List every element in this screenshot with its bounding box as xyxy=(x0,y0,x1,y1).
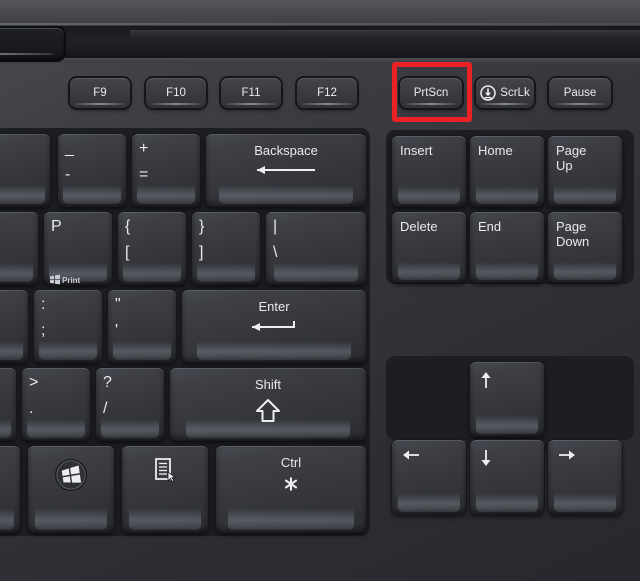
key-shift[interactable]: Shift xyxy=(170,368,366,440)
mute-button[interactable] xyxy=(0,26,66,62)
mute-pill-underline xyxy=(0,53,52,55)
key-label: Shift xyxy=(254,377,281,392)
backspace-left-arrow-icon xyxy=(257,166,315,174)
key-lower-legend: [ xyxy=(125,244,130,261)
key-lower-legend: \ xyxy=(273,244,278,261)
key-[interactable]: ? / xyxy=(96,368,164,440)
key-label: Delete xyxy=(400,219,438,234)
key-lower-legend: . xyxy=(29,400,34,417)
key-front-text: Print xyxy=(62,276,81,285)
arrow-left-key[interactable] xyxy=(392,440,466,514)
arrow-right-icon xyxy=(559,450,575,460)
media-strip-sheen xyxy=(130,30,640,39)
windows-logo-icon xyxy=(55,459,87,491)
key-upper-legend: { xyxy=(125,218,131,235)
key-label: Page Down xyxy=(556,219,590,249)
key-[interactable]: }] xyxy=(192,212,260,284)
key-upper-legend: + xyxy=(139,140,149,157)
arrow-right-key[interactable] xyxy=(548,440,622,514)
key-backspace[interactable]: Backspace xyxy=(206,134,366,206)
key-prtscn[interactable]: PrtScn xyxy=(400,78,462,108)
key-key[interactable] xyxy=(0,212,38,284)
key-label: Page Up xyxy=(556,143,587,173)
key-label: ScrLk xyxy=(500,87,530,99)
key-label: Enter xyxy=(258,299,290,314)
key-lower-legend: / xyxy=(103,400,108,417)
key-ctrl[interactable]: Ctrl xyxy=(216,446,366,532)
key-[interactable]: )0 xyxy=(0,134,50,206)
key-upper-legend: ? xyxy=(103,374,112,391)
key-key[interactable] xyxy=(0,446,20,532)
key-label: F11 xyxy=(241,87,261,99)
key-label: Ctrl xyxy=(280,455,302,470)
keyboard-photo: F9F10F11F12PrtScnScrLkPause )0_-+=Backsp… xyxy=(0,0,640,581)
key-[interactable]: _ - xyxy=(58,134,126,206)
arrow-left-icon xyxy=(403,450,419,460)
key-key[interactable] xyxy=(0,368,16,440)
shift-up-arrow-icon xyxy=(256,399,280,422)
bezel-highlight-line xyxy=(0,23,640,25)
key-upper-legend: : xyxy=(41,296,46,313)
key-insert[interactable]: Insert xyxy=(392,136,466,206)
scroll-lock-down-arrow-icon xyxy=(480,85,497,101)
enter-return-arrow-icon xyxy=(252,321,295,331)
key-lower-legend: = xyxy=(139,166,149,183)
key-[interactable]: {[ xyxy=(118,212,186,284)
key-[interactable]: | \ xyxy=(266,212,366,284)
key-label: Pause xyxy=(563,87,597,99)
key-upper-legend: | xyxy=(273,218,278,235)
key-f11[interactable]: F11 xyxy=(221,78,281,108)
key-lower-legend: - xyxy=(65,166,71,183)
key-label: PrtScn xyxy=(413,87,449,99)
key-[interactable]: >. xyxy=(22,368,90,440)
asterisk-icon xyxy=(284,477,298,491)
arrow-down-key[interactable] xyxy=(470,440,544,514)
key-upper-legend: " xyxy=(115,296,121,313)
context-menu-icon xyxy=(155,458,176,483)
arrow-up-icon xyxy=(481,372,491,388)
key-upper-legend: P xyxy=(51,218,62,235)
key-upper-legend: _ xyxy=(65,140,74,157)
key-windows-logo[interactable] xyxy=(28,446,114,532)
key-context-menu[interactable] xyxy=(122,446,208,532)
key-label: Home xyxy=(478,143,513,158)
key-key[interactable]: k xyxy=(0,290,28,362)
key-end[interactable]: End xyxy=(470,212,544,282)
key-p[interactable]: P Print xyxy=(44,212,112,285)
key-label: Backspace xyxy=(254,143,318,158)
key-home[interactable]: Home xyxy=(470,136,544,206)
key-label: F9 xyxy=(93,87,107,99)
key-f10[interactable]: F10 xyxy=(146,78,206,108)
key-label: End xyxy=(478,219,502,234)
key-f12[interactable]: F12 xyxy=(297,78,357,108)
key-page-down[interactable]: Page Down xyxy=(548,212,622,282)
key-upper-legend: } xyxy=(199,218,205,235)
key-pause[interactable]: Pause xyxy=(549,78,611,108)
key-lower-legend: ] xyxy=(199,244,204,261)
key-lower-legend: ; xyxy=(41,322,46,339)
arrow-down-icon xyxy=(481,450,491,466)
key-lower-legend: ' xyxy=(115,322,119,339)
key-label: Insert xyxy=(400,143,433,158)
key-page-up[interactable]: Page Up xyxy=(548,136,622,206)
key-[interactable]: + = xyxy=(132,134,200,206)
key-front-legend: Print xyxy=(50,274,81,285)
key-delete[interactable]: Delete xyxy=(392,212,466,282)
key-scrlk[interactable]: ScrLk xyxy=(476,78,534,108)
key-f9[interactable]: F9 xyxy=(70,78,130,108)
arrow-up-key[interactable] xyxy=(470,362,544,436)
key-[interactable]: :; xyxy=(34,290,102,362)
key-label: F12 xyxy=(317,87,337,99)
key-upper-legend: > xyxy=(29,374,39,391)
media-strip-bottom-edge xyxy=(0,58,640,63)
key-enter[interactable]: Enter xyxy=(182,290,366,362)
windows-key-icon xyxy=(50,274,60,285)
key-label: F10 xyxy=(166,87,186,99)
key-[interactable]: " ' xyxy=(108,290,176,362)
